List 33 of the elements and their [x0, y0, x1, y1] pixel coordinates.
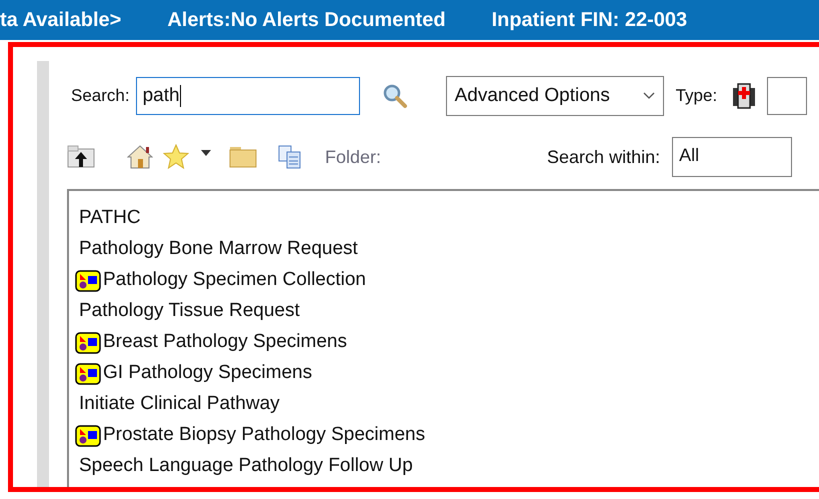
copy-icon[interactable]: [277, 144, 303, 170]
careset-icon: [75, 362, 101, 384]
banner-text: ta Available>: [0, 8, 122, 33]
careset-icon: [75, 332, 101, 354]
search-label: Search:: [71, 85, 130, 108]
folder-up-icon[interactable]: [67, 144, 95, 170]
search-field[interactable]: path: [136, 77, 360, 115]
search-icon[interactable]: [382, 83, 408, 109]
advanced-options-dropdown[interactable]: Advanced Options: [446, 76, 664, 116]
folder-label: Folder:: [325, 146, 382, 168]
type-field[interactable]: [767, 77, 808, 115]
medical-building-icon[interactable]: [731, 82, 758, 110]
home-icon[interactable]: [127, 144, 153, 170]
type-label: Type:: [676, 85, 718, 108]
caret-icon[interactable]: [201, 150, 211, 156]
result-item[interactable]: Speech Language Pathology Follow Up: [79, 451, 819, 482]
result-item[interactable]: Breast Pathology Specimens: [79, 327, 819, 358]
chevron-down-icon: [642, 92, 655, 100]
star-icon[interactable]: [163, 144, 189, 170]
folder-icon[interactable]: [229, 146, 257, 168]
banner-text: Alerts:No Alerts Documented: [167, 8, 446, 33]
result-item[interactable]: PATHC: [79, 203, 819, 234]
result-item[interactable]: Pathology Bone Marrow Request: [79, 234, 819, 265]
result-item[interactable]: Pathology Tissue Request: [79, 296, 819, 327]
result-item[interactable]: GI Pathology Specimens: [79, 358, 819, 389]
search-within-dropdown[interactable]: All: [672, 137, 792, 177]
careset-icon: [75, 270, 101, 292]
result-item[interactable]: Prostate Biopsy Pathology Specimens: [79, 420, 819, 451]
result-item[interactable]: Initiate Clinical Pathway: [79, 389, 819, 420]
result-item[interactable]: Pathology Specimen Collection: [79, 265, 819, 296]
careset-icon: [75, 424, 101, 446]
search-within-label: Search within:: [547, 146, 660, 168]
banner-text: Inpatient FIN: 22-003: [492, 8, 688, 33]
